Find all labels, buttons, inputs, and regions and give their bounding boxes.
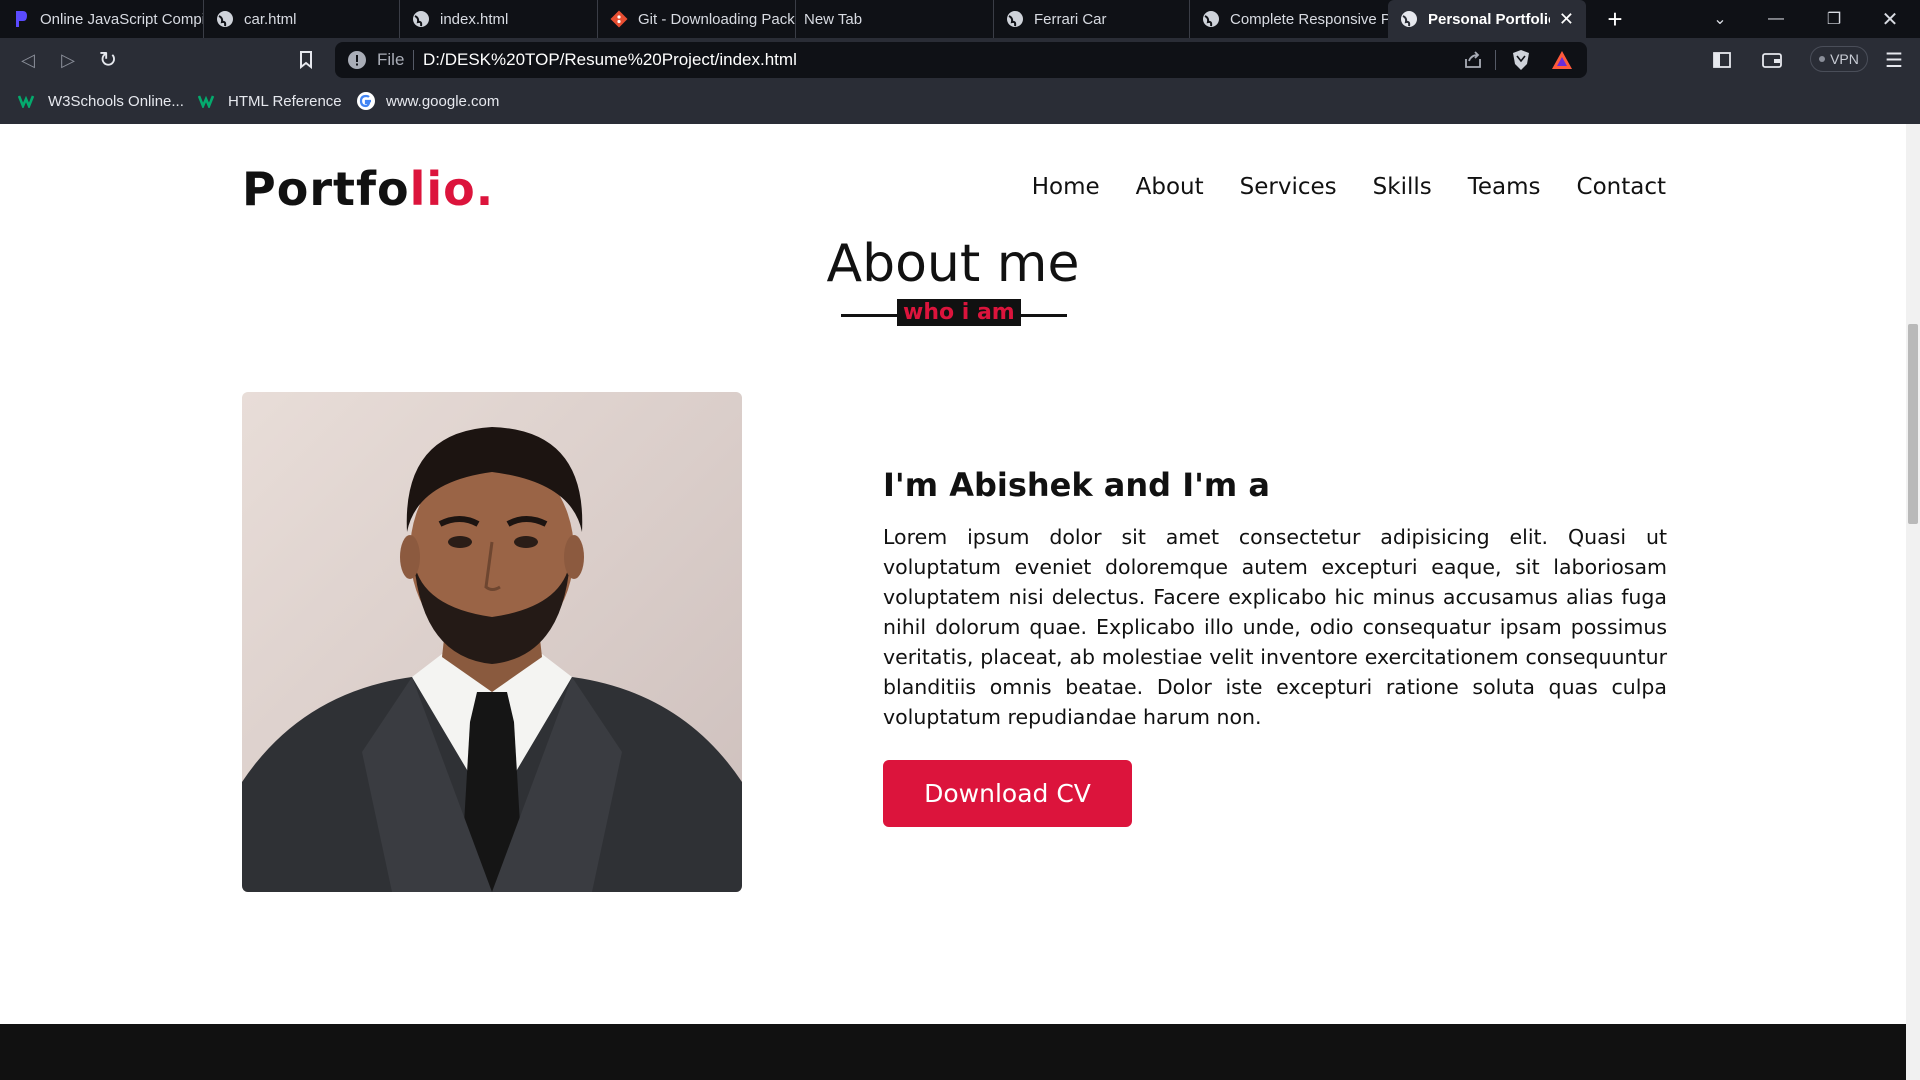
- tab-complete-responsive[interactable]: Complete Responsive Personal Portfolio: [1190, 0, 1388, 38]
- page-scrollbar[interactable]: [1906, 124, 1920, 1080]
- google-icon: [356, 92, 376, 110]
- next-section-band: [0, 1024, 1906, 1080]
- git-icon: [610, 10, 628, 28]
- nav-services[interactable]: Services: [1240, 174, 1337, 200]
- tab-personal-portfolio[interactable]: Personal Portfolio ✕: [1388, 0, 1586, 38]
- nav-home[interactable]: Home: [1032, 174, 1100, 200]
- globe-icon: [1006, 10, 1024, 28]
- tab-title: index.html: [440, 10, 509, 28]
- close-window-button[interactable]: ✕: [1862, 0, 1918, 38]
- reload-icon[interactable]: ↻: [94, 46, 122, 74]
- menu-icon[interactable]: ☰: [1880, 46, 1908, 74]
- bookmark-w3schools[interactable]: W3Schools Online...: [18, 92, 184, 110]
- nav-teams[interactable]: Teams: [1468, 174, 1541, 200]
- bookmark-icon[interactable]: [292, 46, 320, 74]
- bookmark-label: www.google.com: [386, 92, 500, 110]
- new-tab-button[interactable]: +: [1600, 4, 1630, 34]
- nav-about[interactable]: About: [1136, 174, 1204, 200]
- tab-online-js-compiler[interactable]: Online JavaScript Compiler: [0, 0, 204, 38]
- download-cv-button[interactable]: Download CV: [883, 760, 1132, 827]
- section-subtitle: who i am: [897, 299, 1021, 326]
- tab-title: Personal Portfolio: [1428, 10, 1550, 28]
- logo-text: Portfo: [242, 162, 410, 216]
- tab-git-download[interactable]: Git - Downloading Package: [598, 0, 796, 38]
- globe-icon: [1400, 10, 1418, 28]
- tab-list-chevron-icon[interactable]: ⌄: [1692, 0, 1748, 38]
- site-logo[interactable]: Portfolio.: [242, 162, 494, 216]
- url-divider: [413, 50, 414, 70]
- main-nav: Home About Services Skills Teams Contact: [1032, 174, 1666, 200]
- url-divider: [1495, 50, 1496, 70]
- address-bar[interactable]: File D:/DESK%20TOP/Resume%20Project/inde…: [335, 42, 1587, 78]
- tab-car-html[interactable]: car.html: [204, 0, 400, 38]
- tab-title: Git - Downloading Package: [638, 10, 795, 28]
- tab-index-html[interactable]: index.html: [400, 0, 598, 38]
- url-text[interactable]: D:/DESK%20TOP/Resume%20Project/index.htm…: [423, 50, 797, 70]
- nav-skills[interactable]: Skills: [1373, 174, 1432, 200]
- url-scheme: File: [377, 50, 405, 69]
- brave-rewards-icon[interactable]: [1551, 50, 1573, 75]
- vpn-label: VPN: [1830, 51, 1859, 67]
- tab-bar: Online JavaScript Compiler car.html inde…: [0, 0, 1920, 38]
- share-icon[interactable]: [1463, 50, 1483, 75]
- bookmarks-bar: W3Schools Online... HTML Reference www.g…: [0, 82, 1920, 125]
- brave-shield-icon[interactable]: [1511, 49, 1531, 76]
- bookmark-label: W3Schools Online...: [48, 92, 184, 110]
- bookmark-label: HTML Reference: [228, 92, 342, 110]
- logo-accent-text: lio.: [409, 162, 495, 216]
- back-icon[interactable]: ◁: [14, 46, 42, 74]
- vpn-button[interactable]: VPN: [1810, 46, 1868, 72]
- bookmark-google[interactable]: www.google.com: [356, 92, 499, 110]
- tab-title: Online JavaScript Compiler: [40, 10, 203, 28]
- globe-icon: [412, 10, 430, 28]
- intro-heading: I'm Abishek and I'm a: [883, 466, 1270, 504]
- sidebar-icon[interactable]: [1708, 46, 1736, 74]
- globe-icon: [216, 10, 234, 28]
- globe-icon: [1202, 10, 1220, 28]
- minimize-button[interactable]: —: [1748, 0, 1804, 38]
- tab-new-tab[interactable]: New Tab: [796, 0, 994, 38]
- info-icon[interactable]: [347, 50, 367, 75]
- browser-toolbar: ◁ ▷ ↻ File D:/DESK%20TOP/Resume%20Projec…: [0, 38, 1920, 82]
- w3schools-icon: [18, 92, 38, 110]
- scrollbar-thumb[interactable]: [1908, 324, 1918, 524]
- tab-title: car.html: [244, 10, 297, 28]
- bookmark-html-reference[interactable]: HTML Reference: [198, 92, 342, 110]
- profile-photo: [242, 392, 742, 892]
- restore-button[interactable]: ❐: [1806, 0, 1862, 38]
- forward-icon[interactable]: ▷: [54, 46, 82, 74]
- tab-title: New Tab: [804, 10, 863, 28]
- w3schools-icon: [198, 92, 218, 110]
- tab-title: Complete Responsive Personal Portfolio: [1230, 10, 1388, 28]
- nav-contact[interactable]: Contact: [1577, 174, 1666, 200]
- tab-ferrari-car[interactable]: Ferrari Car: [994, 0, 1190, 38]
- vpn-status-dot: [1819, 56, 1826, 62]
- section-title: About me: [826, 234, 1080, 294]
- programiz-icon: [12, 10, 30, 28]
- close-tab-icon[interactable]: ✕: [1559, 9, 1574, 30]
- page-viewport: Portfolio. Home About Services Skills Te…: [0, 124, 1906, 1080]
- wallet-icon[interactable]: [1758, 46, 1786, 74]
- tab-title: Ferrari Car: [1034, 10, 1107, 28]
- about-paragraph: Lorem ipsum dolor sit amet consectetur a…: [883, 525, 1667, 729]
